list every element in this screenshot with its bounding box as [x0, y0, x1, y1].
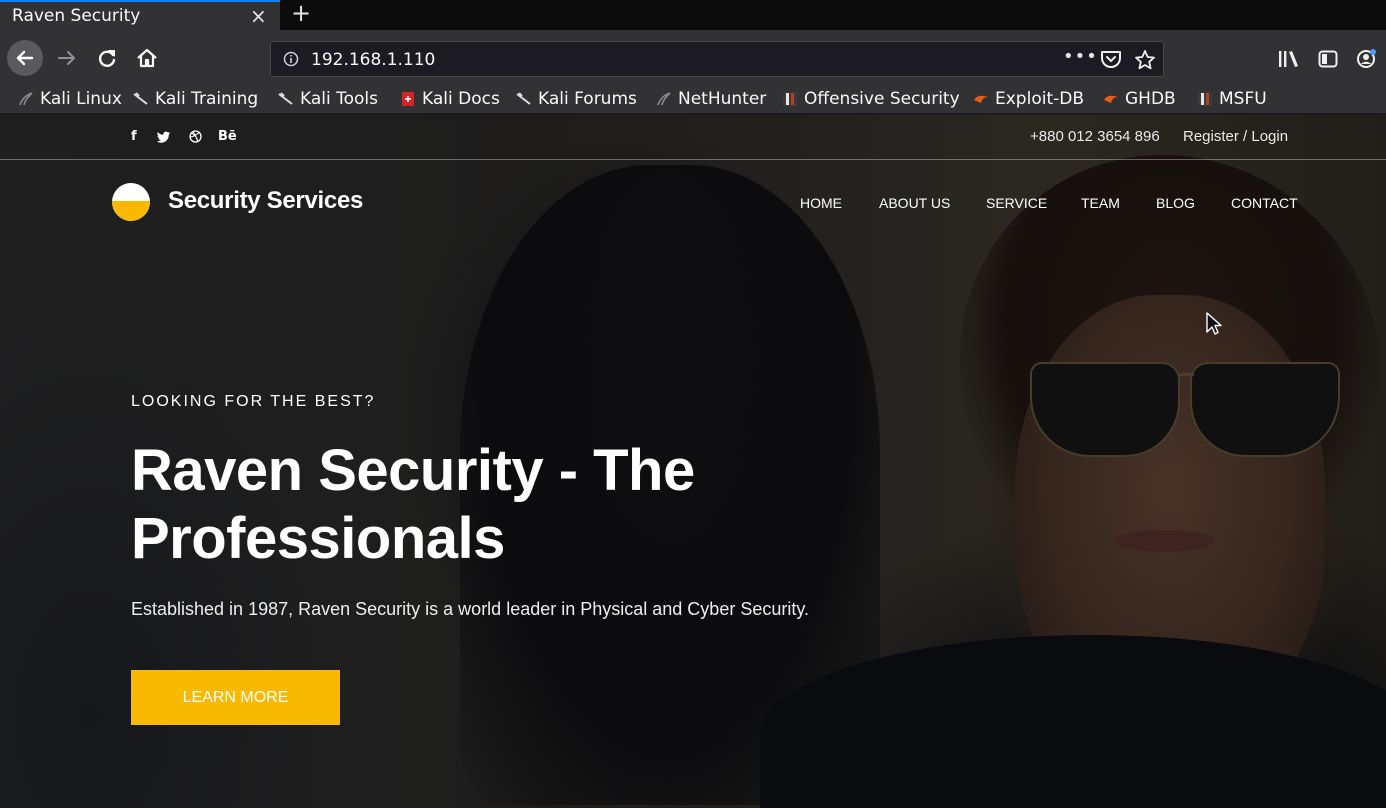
nav-service[interactable]: SERVICE — [986, 195, 1047, 211]
bookmark-label: Kali Docs — [422, 89, 500, 109]
facebook-icon[interactable]: f — [131, 129, 137, 144]
kali-dragon-icon — [278, 91, 294, 107]
hero-headline: Raven Security - The Professionals — [131, 438, 695, 571]
bookmark-label: MSFU — [1219, 89, 1267, 109]
bookmark-ghdb[interactable]: GHDB — [1103, 88, 1176, 110]
tab-bar: Raven Security × + — [0, 0, 1386, 30]
dribbble-icon[interactable] — [189, 130, 202, 143]
offsec-icon — [1197, 91, 1213, 107]
bookmark-label: Exploit-DB — [995, 89, 1084, 109]
bookmark-kali-linux[interactable]: Kali Linux — [18, 88, 122, 110]
nethunter-icon — [656, 91, 672, 107]
account-icon[interactable] — [1356, 48, 1378, 70]
behance-icon[interactable]: Bē — [218, 129, 237, 144]
tab-raven-security[interactable]: Raven Security × — [0, 0, 280, 30]
pocket-icon[interactable] — [1100, 49, 1122, 69]
contact-phone: +880 012 3654 896 — [1030, 128, 1160, 145]
bookmark-kali-training[interactable]: Kali Training — [133, 88, 258, 110]
bookmark-kali-tools[interactable]: Kali Tools — [278, 88, 378, 110]
nav-home[interactable]: HOME — [800, 195, 842, 211]
bookmark-exploit-db[interactable]: Exploit-DB — [973, 88, 1084, 110]
twitter-icon[interactable] — [157, 131, 171, 143]
hero-subtext: Established in 1987, Raven Security is a… — [131, 599, 810, 619]
bookmark-label: Kali Linux — [40, 89, 122, 109]
bookmark-label: Kali Training — [155, 89, 259, 109]
sidebar-icon[interactable] — [1318, 49, 1338, 69]
new-tab-button[interactable]: + — [291, 0, 311, 27]
nav-about-us[interactable]: ABOUT US — [879, 195, 950, 211]
site-brand-name[interactable]: Security Services — [168, 187, 363, 215]
kali-dragon-icon — [516, 91, 532, 107]
library-icon[interactable] — [1278, 50, 1300, 68]
info-icon[interactable] — [283, 51, 299, 67]
bookmark-label: NetHunter — [678, 89, 767, 109]
bookmark-kali-forums[interactable]: Kali Forums — [516, 88, 637, 110]
bookmark-label: Offensive Security — [804, 89, 960, 109]
hero-eyebrow: LOOKING FOR THE BEST? — [131, 393, 376, 410]
learn-more-button[interactable]: LEARN MORE — [131, 670, 340, 725]
exploitdb-icon — [1103, 91, 1119, 107]
back-button[interactable] — [7, 40, 43, 76]
kali-dragon-icon — [18, 91, 34, 107]
bookmark-msfu[interactable]: MSFU — [1197, 88, 1267, 110]
bookmark-nethunter[interactable]: NetHunter — [656, 88, 766, 110]
exploitdb-icon — [973, 91, 989, 107]
site-logo-icon[interactable] — [112, 183, 150, 221]
url-bar[interactable]: 192.168.1.110 ••• — [270, 41, 1164, 77]
bookmark-label: Kali Tools — [300, 89, 378, 109]
bookmark-offensive-security[interactable]: Offensive Security — [782, 88, 960, 110]
tab-close-button[interactable]: × — [250, 4, 267, 28]
kali-dragon-icon — [133, 91, 149, 107]
forward-button[interactable] — [56, 48, 78, 68]
page-actions-menu[interactable]: ••• — [1063, 46, 1098, 67]
url-text[interactable]: 192.168.1.110 — [311, 50, 435, 70]
bookmark-label: GHDB — [1125, 89, 1176, 109]
nav-team[interactable]: TEAM — [1081, 195, 1120, 211]
mouse-cursor-icon — [1206, 312, 1222, 335]
tab-title: Raven Security — [12, 6, 141, 26]
bookmark-label: Kali Forums — [538, 89, 637, 109]
kali-docs-icon — [400, 91, 416, 107]
bookmark-star-icon[interactable] — [1134, 49, 1156, 71]
navigation-toolbar: 192.168.1.110 ••• — [0, 30, 1386, 86]
reload-button[interactable] — [96, 47, 118, 69]
home-button[interactable] — [136, 47, 158, 69]
nav-blog[interactable]: BLOG — [1156, 195, 1195, 211]
bookmarks-toolbar: Kali Linux Kali Training Kali Tools Kali… — [0, 86, 1386, 114]
web-page: f Bē +880 012 3654 896 Register / Login … — [0, 115, 1386, 808]
site-topbar: f Bē +880 012 3654 896 Register / Login — [0, 115, 1386, 160]
register-login-link[interactable]: Register / Login — [1183, 128, 1288, 145]
offsec-icon — [782, 91, 798, 107]
bookmark-kali-docs[interactable]: Kali Docs — [400, 88, 500, 110]
back-arrow-icon — [16, 50, 34, 66]
nav-contact[interactable]: CONTACT — [1231, 195, 1298, 211]
